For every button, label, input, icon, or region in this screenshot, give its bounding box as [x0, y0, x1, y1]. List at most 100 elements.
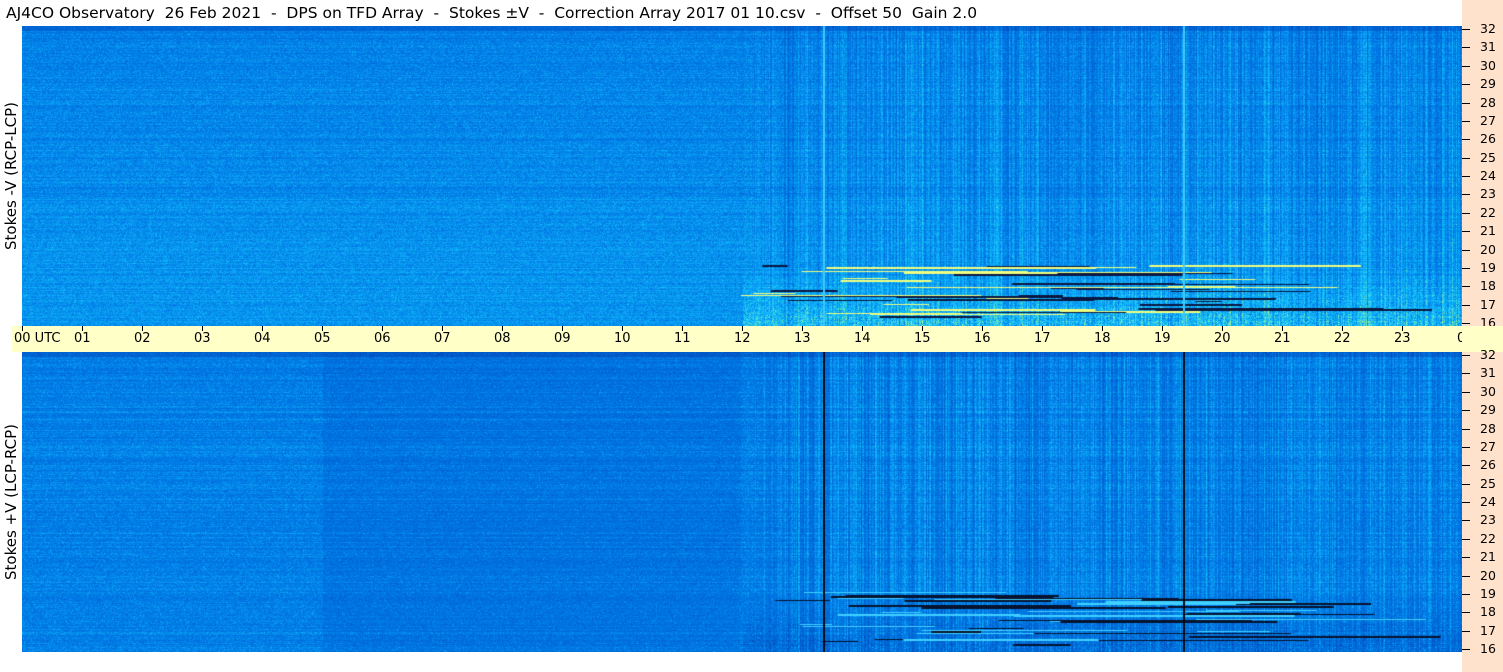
frequency-tick-mark [1462, 231, 1470, 233]
utc-tick-label: 14 [854, 331, 871, 346]
frequency-tick-label: 24 [1480, 494, 1496, 509]
bottom-panel-ylabel: Stokes +V (LCP-RCP) [0, 352, 22, 652]
frequency-tick-mark [1462, 483, 1470, 485]
frequency-tick-mark [1462, 176, 1470, 177]
frequency-tick-mark [1462, 446, 1470, 448]
frequency-tick-mark [1462, 194, 1470, 196]
frequency-tick-label: 21 [1480, 223, 1496, 239]
bottom-spectrogram-heatmap [22, 352, 1462, 652]
top-frequency-axis: 16 17 18 19 20 21 22 23 24 25 26 27 28 29 30 31 32 [1462, 0, 1503, 330]
utc-tick-label: 06 [374, 331, 391, 346]
utc-tick-label: 16 [974, 331, 991, 346]
frequency-tick-mark [1462, 286, 1470, 288]
frequency-tick-label: 18 [1480, 278, 1496, 294]
utc-tick-label: 12 [734, 331, 751, 346]
frequency-tick-label: 30 [1480, 383, 1496, 399]
frequency-tick-mark [1462, 212, 1470, 214]
frequency-tick-mark [1462, 575, 1470, 577]
frequency-tick-label: 23 [1480, 512, 1496, 528]
frequency-tick-label: 19 [1480, 585, 1496, 601]
frequency-tick-mark [1462, 304, 1470, 306]
frequency-tick-label: 27 [1480, 112, 1496, 128]
frequency-tick-mark [1462, 612, 1470, 614]
utc-tick-label: 13 [794, 331, 811, 346]
utc-tick-label: 08 [494, 331, 511, 346]
frequency-tick-label: 23 [1480, 186, 1496, 202]
frequency-tick-label: 17 [1480, 622, 1496, 638]
frequency-tick-mark [1462, 557, 1470, 559]
utc-tick-label: 04 [254, 331, 271, 346]
frequency-tick-mark [1462, 630, 1470, 632]
utc-tick-label: 01 [74, 331, 91, 346]
top-spectrogram-heatmap [22, 26, 1462, 326]
utc-tick-label: 18 [1094, 331, 1111, 346]
utc-tick-label: 09 [554, 331, 571, 346]
utc-tick-label: 03 [194, 331, 211, 346]
frequency-tick-label: 22 [1480, 204, 1496, 220]
frequency-tick-label: 20 [1480, 241, 1496, 257]
frequency-tick-label: 29 [1480, 76, 1496, 92]
frequency-tick-label: 25 [1480, 149, 1496, 165]
frequency-tick-label: 26 [1480, 457, 1496, 473]
utc-tick-label: 17 [1034, 331, 1051, 346]
frequency-tick-mark [1462, 157, 1470, 159]
frequency-tick-label: 20 [1480, 567, 1496, 583]
frequency-tick-mark [1462, 502, 1470, 503]
utc-tick-label: 05 [314, 331, 331, 346]
utc-tick-label: 02 [134, 331, 151, 346]
utc-tick-label: 15 [914, 331, 931, 346]
frequency-tick-mark [1462, 593, 1470, 595]
top-spectrogram-panel [22, 26, 1462, 326]
frequency-tick-label: 26 [1480, 131, 1496, 147]
frequency-tick-mark [1462, 538, 1470, 540]
utc-tick-label: 22 [1334, 331, 1351, 346]
utc-tick-label: 19 [1154, 331, 1171, 346]
frequency-tick-mark [1462, 323, 1470, 324]
frequency-tick-mark [1462, 267, 1470, 269]
frequency-tick-label: 30 [1480, 57, 1496, 73]
utc-tick-label: 20 [1214, 331, 1231, 346]
frequency-tick-label: 28 [1480, 94, 1496, 110]
utc-tick-label: 23 [1394, 331, 1411, 346]
frequency-tick-label: 16 [1480, 641, 1496, 656]
frequency-tick-mark [1462, 249, 1470, 251]
utc-tick-label: 07 [434, 331, 451, 346]
frequency-tick-mark [1462, 649, 1470, 650]
frequency-tick-mark [1462, 520, 1470, 522]
frequency-tick-mark [1462, 465, 1470, 467]
top-panel-ylabel: Stokes -V (RCP-LCP) [0, 26, 22, 326]
utc-tick-label: 11 [674, 331, 691, 346]
utc-time-axis: 00 UTC 01 02 03 04 05 06 07 08 09 10 11 12 13 14 15 16 17… [12, 326, 1502, 352]
frequency-tick-label: 22 [1480, 530, 1496, 546]
bottom-spectrogram-panel [22, 352, 1462, 652]
frequency-tick-label: 25 [1480, 475, 1496, 491]
frequency-tick-label: 27 [1480, 438, 1496, 454]
frequency-tick-mark [1462, 410, 1470, 412]
chart-title: AJ4CO Observatory 26 Feb 2021 - DPS on T… [6, 4, 978, 22]
frequency-tick-label: 28 [1480, 420, 1496, 436]
frequency-tick-label: 18 [1480, 604, 1496, 620]
frequency-tick-mark [1462, 428, 1470, 430]
frequency-tick-label: 32 [1480, 21, 1496, 36]
frequency-tick-mark [1462, 65, 1470, 67]
frequency-tick-mark [1462, 120, 1470, 122]
frequency-tick-mark [1462, 139, 1470, 141]
bottom-panel-ylabel-text: Stokes +V (LCP-RCP) [2, 424, 20, 580]
frequency-tick-label: 31 [1480, 39, 1496, 55]
bottom-frequency-axis: 16 17 18 19 20 21 22 23 24 25 26 27 28 29 30 31 32 [1462, 348, 1503, 672]
frequency-tick-mark [1462, 355, 1470, 356]
utc-tick-label: 10 [614, 331, 631, 346]
frequency-tick-label: 17 [1480, 296, 1496, 312]
frequency-tick-mark [1462, 84, 1470, 86]
frequency-tick-label: 29 [1480, 402, 1496, 418]
frequency-tick-label: 24 [1480, 168, 1496, 183]
frequency-tick-mark [1462, 373, 1470, 375]
frequency-tick-label: 19 [1480, 259, 1496, 275]
utc-tick-label: 21 [1274, 331, 1291, 346]
top-panel-ylabel-text: Stokes -V (RCP-LCP) [2, 102, 20, 250]
frequency-tick-label: 31 [1480, 365, 1496, 381]
frequency-tick-mark [1462, 29, 1470, 30]
frequency-tick-label: 21 [1480, 549, 1496, 565]
frequency-tick-mark [1462, 102, 1470, 104]
utc-tick-label: 00 UTC [14, 331, 61, 346]
